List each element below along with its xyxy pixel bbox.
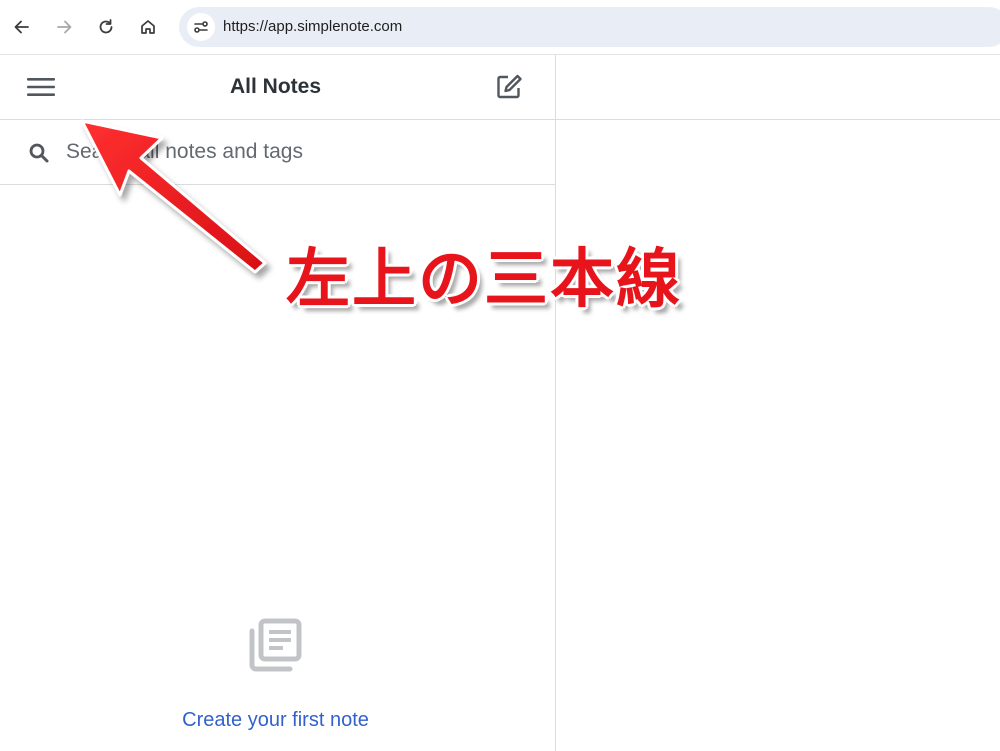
url-text[interactable]: https://app.simplenote.com: [223, 18, 402, 35]
create-first-note-link[interactable]: Create your first note: [182, 709, 369, 732]
search-bar: [0, 120, 555, 185]
notes-icon: [249, 618, 301, 672]
address-bar[interactable]: https://app.simplenote.com: [179, 7, 1000, 47]
page-title: All Notes: [229, 75, 321, 98]
search-input[interactable]: [66, 136, 526, 168]
arrow-right-icon: [57, 20, 72, 34]
sidebar-header: All Notes: [0, 55, 555, 120]
new-note-icon: [497, 74, 522, 99]
browser-toolbar: https://app.simplenote.com: [0, 0, 1000, 55]
new-note-button[interactable]: [494, 72, 524, 102]
reload-icon: [99, 19, 113, 34]
home-icon: [141, 20, 155, 34]
empty-state: Create your first note: [0, 615, 551, 732]
annotation-label: 左上の三本線: [286, 243, 682, 317]
arrow-left-icon: [14, 20, 29, 34]
note-list-sidebar: All Notes Create your first note: [0, 55, 556, 751]
reload-button[interactable]: [92, 13, 120, 41]
tune-icon: [194, 21, 208, 33]
note-editor-pane: [556, 55, 1000, 751]
forward-button[interactable]: [50, 13, 78, 41]
editor-toolbar: [556, 55, 1000, 120]
home-button[interactable]: [134, 13, 162, 41]
back-button[interactable]: [8, 13, 36, 41]
search-icon: [29, 143, 49, 163]
site-info-button[interactable]: [187, 13, 215, 41]
